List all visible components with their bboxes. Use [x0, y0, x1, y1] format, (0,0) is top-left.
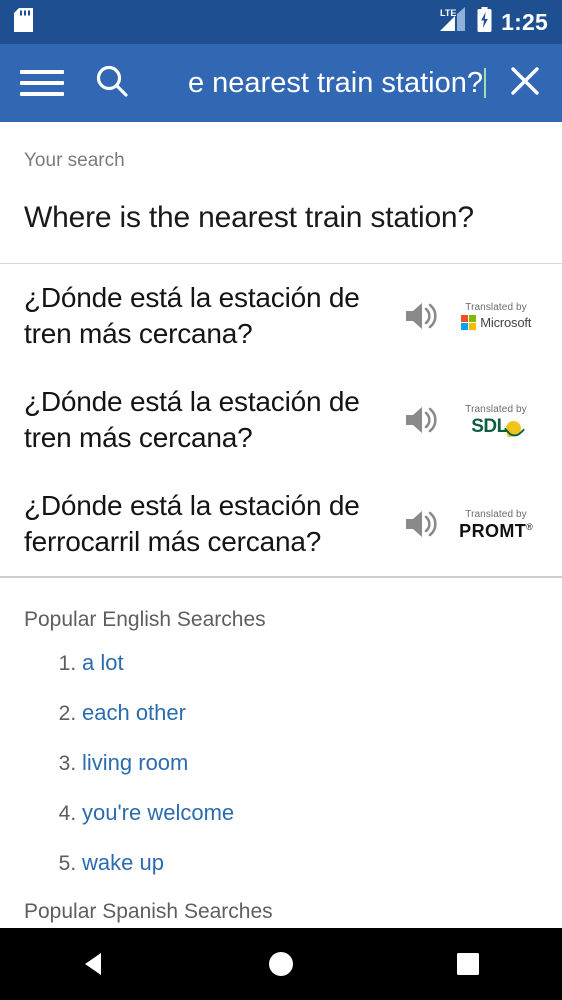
translation-text: ¿Dónde está la estación de tren más cerc…: [24, 386, 360, 453]
text-caret: [484, 68, 486, 98]
microsoft-logo: Microsoft: [460, 314, 532, 331]
android-navigation-bar: [0, 928, 562, 1000]
provider-caption: Translated by: [465, 301, 527, 313]
translation-results-list: ¿Dónde está la estación de tren más cerc…: [0, 264, 562, 576]
search-bar[interactable]: e nearest train station?: [94, 60, 492, 106]
sdl-logo: SDL: [471, 417, 521, 436]
popular-searches-section: Popular English Searches a lot each othe…: [0, 578, 562, 924]
app-bar: e nearest train station?: [0, 44, 562, 122]
list-item: living room: [82, 750, 538, 776]
popular-search-link[interactable]: wake up: [82, 850, 164, 875]
signal-bars-icon: LTE: [438, 6, 468, 38]
speaker-icon[interactable]: [396, 507, 448, 541]
provider-name: PROMT: [459, 520, 527, 541]
content-scroll-area[interactable]: Your search Where is the nearest train s…: [0, 122, 562, 1000]
hamburger-line: [20, 81, 64, 85]
phone-screen: LTE 1:25 e nearest train station? Your s…: [0, 0, 562, 1000]
back-triangle-icon[interactable]: [39, 928, 149, 1000]
status-bar-right: LTE 1:25: [438, 6, 548, 38]
clock-time: 1:25: [501, 8, 548, 35]
svg-text:LTE: LTE: [440, 8, 456, 18]
search-icon[interactable]: [94, 63, 130, 104]
close-icon[interactable]: [508, 64, 542, 103]
provider-sdl: Translated by SDL: [448, 404, 544, 436]
provider-caption: Translated by: [465, 404, 527, 415]
sd-card-icon: [14, 7, 33, 37]
list-item: you're welcome: [82, 800, 538, 826]
popular-english-list: a lot each other living room you're welc…: [24, 650, 538, 876]
status-bar-left: [14, 7, 33, 37]
speaker-icon[interactable]: [396, 299, 448, 333]
your-search-label: Your search: [24, 150, 125, 171]
hamburger-line: [20, 92, 64, 96]
trademark-symbol: ®: [526, 521, 533, 532]
popular-english-title: Popular English Searches: [24, 608, 266, 631]
list-item: wake up: [82, 850, 538, 876]
sdl-swoosh-icon: [506, 421, 521, 436]
status-bar: LTE 1:25: [0, 0, 562, 44]
hamburger-menu-icon[interactable]: [20, 63, 64, 103]
promt-logo: PROMT ®: [459, 522, 533, 540]
list-item: each other: [82, 700, 538, 726]
popular-search-link[interactable]: each other: [82, 700, 186, 725]
recents-square-icon[interactable]: [413, 928, 523, 1000]
popular-search-link[interactable]: you're welcome: [82, 800, 234, 825]
speaker-icon[interactable]: [396, 403, 448, 437]
popular-search-link[interactable]: living room: [82, 750, 188, 775]
provider-caption: Translated by: [465, 508, 527, 520]
provider-promt: Translated by PROMT ®: [448, 509, 544, 540]
popular-spanish-title: Popular Spanish Searches: [24, 900, 273, 923]
table-row[interactable]: ¿Dónde está la estación de tren más cerc…: [0, 264, 562, 368]
provider-name: SDL: [471, 416, 508, 437]
translation-text: ¿Dónde está la estación de ferrocarril m…: [24, 490, 360, 557]
your-search-query: Where is the nearest train station?: [24, 201, 474, 234]
popular-search-link[interactable]: a lot: [82, 650, 124, 675]
list-item: a lot: [82, 650, 538, 676]
table-row[interactable]: ¿Dónde está la estación de tren más cerc…: [0, 368, 562, 472]
your-search-section: Your search Where is the nearest train s…: [0, 122, 562, 235]
translation-text: ¿Dónde está la estación de tren más cerc…: [24, 282, 360, 349]
battery-charging-icon: [477, 7, 492, 37]
search-input[interactable]: e nearest train station?: [148, 60, 492, 106]
provider-microsoft: Translated by Microsoft: [448, 302, 544, 331]
search-input-value: e nearest train station?: [187, 67, 483, 99]
provider-name: Microsoft: [480, 315, 532, 330]
home-circle-icon[interactable]: [226, 928, 336, 1000]
hamburger-line: [20, 70, 64, 74]
microsoft-logo-squares: [460, 314, 477, 331]
table-row[interactable]: ¿Dónde está la estación de ferrocarril m…: [0, 472, 562, 576]
